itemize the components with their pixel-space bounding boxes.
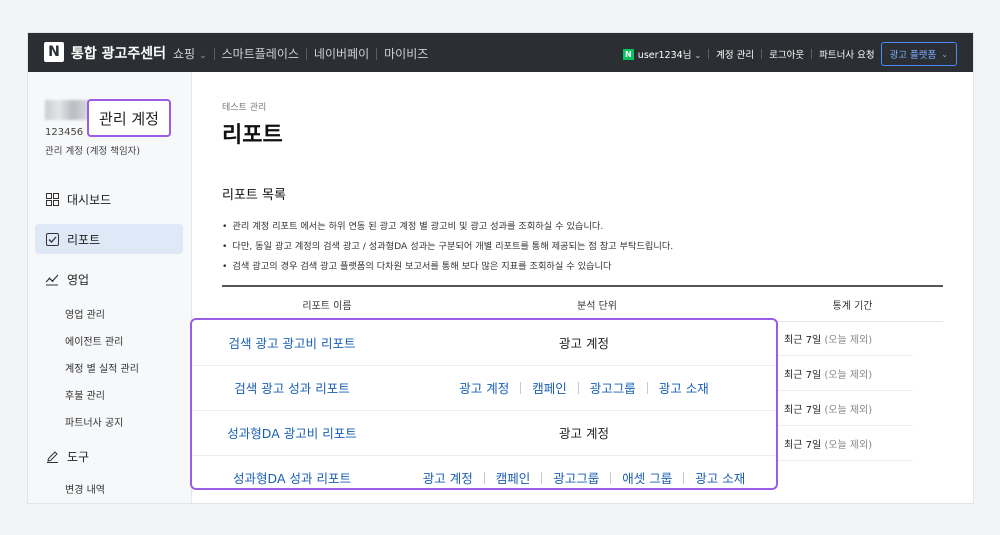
header-period: 통계 기간 [832,300,873,312]
unit-ad-account: 광고 계정 [559,426,609,441]
notice-item: 다만, 동일 광고 계정의 검색 광고 / 성과형DA 성과는 구분되어 개별 … [222,237,673,257]
divider [577,381,579,394]
divider [376,47,378,60]
sidebar-subitem-agent-manage[interactable]: 에이전트 관리 [35,327,183,354]
ad-platform-button[interactable]: 광고 플랫폼 ⌄ [880,42,957,66]
divider [811,49,813,59]
divider [761,49,763,59]
nav-item-smartplace[interactable]: 스마트플레이스 [222,45,299,62]
account-role: 관리 계정 (계정 책임자) [45,146,141,157]
user-menu[interactable]: user1234님 ⌄ [638,47,701,61]
notice-item: 관리 계정 리포트 에서는 하위 연동 된 광고 계정 별 광고비 및 광고 성… [222,217,673,237]
nav-item-mybiz[interactable]: 마이비즈 [384,45,428,62]
divider [708,49,710,59]
chevron-down-icon: ⌄ [694,51,702,60]
sidebar-item-label: 영업 [67,272,90,287]
table-row: 성과형DA 성과 리포트 광고 계정 캠페인 광고그룹 애셋 그룹 광고 소재 [192,455,776,500]
dashboard-icon [45,192,59,206]
sidebar-subitem-account-performance[interactable]: 계정 별 실적 관리 [35,354,183,381]
nav-item-naverpay[interactable]: 네이버페이 [314,45,369,62]
blurred-account-name [45,100,91,120]
utility-menu: N user1234님 ⌄ 계정 관리 로그아웃 파트너사 요청 광고 플랫폼 ⌄ [622,42,957,66]
divider [683,471,685,484]
partner-request-link[interactable]: 파트너사 요청 [819,47,874,61]
analysis-units: 광고 계정 캠페인 광고그룹 광고 소재 [392,378,776,397]
unit-link-ad-group[interactable]: 광고그룹 [590,378,636,397]
analysis-units: 광고 계정 캠페인 광고그룹 애셋 그룹 광고 소재 [392,468,776,487]
brand-title[interactable]: 통합 광고주센터 [71,43,166,63]
account-manage-link[interactable]: 계정 관리 [716,47,754,61]
pencil-icon [45,449,59,463]
unit-link-ad-account[interactable]: 광고 계정 [459,378,509,397]
table-row: 검색 광고 광고비 리포트 광고 계정 [192,320,776,366]
sidebar-item-label: 대시보드 [67,192,112,207]
breadcrumb[interactable]: 테스트 관리 [222,100,266,113]
table-header: 리포트 이름 분석 단위 통계 기간 [222,287,943,322]
sidebar-subitem-sales-manage[interactable]: 영업 관리 [35,300,183,327]
sidebar-item-dashboard[interactable]: 대시보드 [35,184,183,214]
table-row: 검색 광고 성과 리포트 광고 계정 캠페인 광고그룹 광고 소재 [192,365,776,411]
sidebar-menu: 대시보드 [35,184,183,214]
divider [213,47,215,60]
unit-link-campaign[interactable]: 캠페인 [532,378,567,397]
manager-account-callout: 관리 계정 [87,99,171,137]
header-analysis-unit: 분석 단위 [577,300,617,312]
unit-ad-account: 광고 계정 [559,336,609,351]
report-link-search-performance[interactable]: 검색 광고 성과 리포트 [192,378,392,397]
report-highlight-box: 검색 광고 광고비 리포트 광고 계정 검색 광고 성과 리포트 광고 계정 캠… [190,318,778,490]
header-report-name: 리포트 이름 [302,300,352,312]
sidebar-item-sales[interactable]: 영업 [35,264,183,294]
unit-link-ad-creative[interactable]: 광고 소재 [695,468,745,487]
sidebar-menu: 리포트 [35,224,183,254]
sidebar-subitem-postpaid[interactable]: 후불 관리 [35,381,183,408]
naver-logo[interactable]: N [44,42,64,62]
unit-link-campaign[interactable]: 캠페인 [496,468,531,487]
page-title: 리포트 [222,123,283,148]
divider [305,47,307,60]
chart-line-icon [45,272,59,286]
report-check-icon [45,232,59,246]
global-nav: 쇼핑 ⌄ 스마트플레이스 네이버페이 마이비즈 [173,45,428,62]
top-navigation-bar: N 통합 광고주센터 쇼핑 ⌄ 스마트플레이스 네이버페이 마이비즈 N user… [28,33,973,72]
sidebar-subitem-change-history[interactable]: 변경 내역 [35,475,183,502]
report-link-da-performance[interactable]: 성과형DA 성과 리포트 [192,468,392,487]
divider [541,471,543,484]
unit-link-asset-group[interactable]: 애셋 그룹 [622,468,672,487]
unit-link-ad-creative[interactable]: 광고 소재 [659,378,709,397]
notice-item: 검색 광고의 경우 검색 광고 플랫폼의 다차원 보고서를 통해 보다 많은 지… [222,257,673,277]
report-link-search-cost[interactable]: 검색 광고 광고비 리포트 [192,333,392,352]
sidebar-item-report[interactable]: 리포트 [35,224,183,254]
divider [520,381,522,394]
analysis-units: 광고 계정 [392,333,776,352]
table-row: 성과형DA 광고비 리포트 광고 계정 [192,410,776,456]
sidebar-item-tools[interactable]: 도구 [35,441,183,471]
unit-link-ad-account[interactable]: 광고 계정 [423,468,473,487]
chevron-down-icon: ⌄ [199,51,207,61]
naver-badge-icon: N [622,48,634,60]
report-table: 리포트 이름 분석 단위 통계 기간 [222,285,943,322]
nav-item-shopping[interactable]: 쇼핑 ⌄ [173,45,207,62]
sidebar: 123456 관리 계정 (계정 책임자) 관리 계정 대시보드 리포트 영업 … [28,72,192,503]
sidebar-item-label: 도구 [67,449,90,464]
account-id: 123456 [45,127,84,138]
section-title: 리포트 목록 [222,188,286,203]
sidebar-item-label: 리포트 [67,232,101,247]
divider [610,471,612,484]
sidebar-subitem-partner-notice[interactable]: 파트너사 공지 [35,408,183,435]
unit-link-ad-group[interactable]: 광고그룹 [553,468,599,487]
divider [483,471,485,484]
notice-list: 관리 계정 리포트 에서는 하위 연동 된 광고 계정 별 광고비 및 광고 성… [222,217,673,277]
logout-link[interactable]: 로그아웃 [769,47,804,61]
divider [646,381,648,394]
report-link-da-cost[interactable]: 성과형DA 광고비 리포트 [192,423,392,442]
chevron-down-icon: ⌄ [941,49,948,59]
sidebar-menu: 영업 영업 관리 에이전트 관리 계정 별 실적 관리 후불 관리 파트너사 공… [35,264,183,502]
analysis-units: 광고 계정 [392,423,776,442]
